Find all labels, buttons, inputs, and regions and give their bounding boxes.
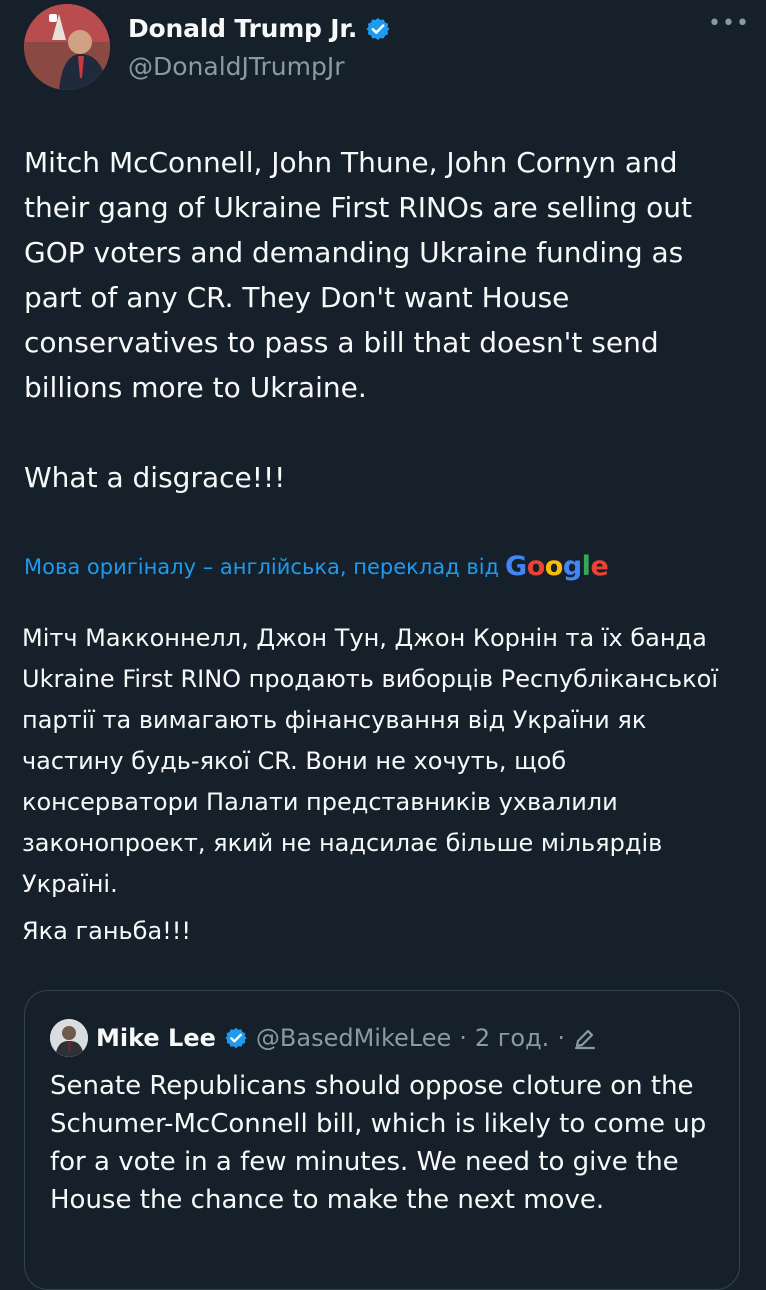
separator-dot: ·: [459, 1024, 467, 1052]
edit-pencil-icon[interactable]: [573, 1026, 597, 1050]
author-name[interactable]: Donald Trump Jr.: [128, 14, 357, 43]
translation-attribution[interactable]: Мова оригіналу – англійська, переклад ві…: [24, 551, 609, 582]
quoted-author-handle[interactable]: @BasedMikeLee: [256, 1024, 451, 1052]
more-horizontal-icon[interactable]: •••: [708, 13, 749, 42]
quoted-tweet-card[interactable]: Mike Lee @BasedMikeLee · 2 год. · Senate…: [24, 990, 740, 1290]
translated-text: Мітч Макконнелл, Джон Тун, Джон Корнін т…: [22, 618, 742, 952]
translated-paragraph: Яка ганьба!!!: [22, 917, 192, 945]
translation-label: Мова оригіналу – англійська, переклад ві…: [24, 554, 500, 579]
tweet-paragraph: What a disgrace!!!: [24, 461, 286, 494]
author-avatar[interactable]: [24, 4, 110, 90]
quoted-author-avatar[interactable]: [50, 1019, 88, 1057]
quoted-tweet-timestamp[interactable]: 2 год.: [475, 1024, 549, 1052]
tweet-text: Mitch McConnell, John Thune, John Cornyn…: [24, 140, 744, 500]
quoted-author-avatar-image: [50, 1019, 88, 1057]
verified-badge-icon: [366, 17, 390, 40]
google-logo: Google: [505, 551, 609, 582]
tweet-paragraph: Mitch McConnell, John Thune, John Cornyn…: [24, 146, 693, 404]
tweet-header: Donald Trump Jr. @DonaldJTrumpJr •••: [24, 4, 749, 94]
author-name-row: Donald Trump Jr.: [128, 14, 391, 43]
quoted-tweet-paragraph: Senate Republicans should oppose cloture…: [50, 1071, 707, 1215]
verified-badge-icon: [225, 1027, 247, 1049]
translated-paragraph: Мітч Макконнелл, Джон Тун, Джон Корнін т…: [22, 624, 718, 898]
author-avatar-image: [24, 4, 110, 90]
quoted-tweet-header: Mike Lee @BasedMikeLee · 2 год. ·: [50, 1019, 597, 1057]
separator-dot: ·: [557, 1024, 565, 1052]
author-handle[interactable]: @DonaldJTrumpJr: [128, 52, 345, 81]
quoted-tweet-text: Senate Republicans should oppose cloture…: [50, 1067, 720, 1219]
quoted-author-name[interactable]: Mike Lee: [96, 1024, 216, 1052]
